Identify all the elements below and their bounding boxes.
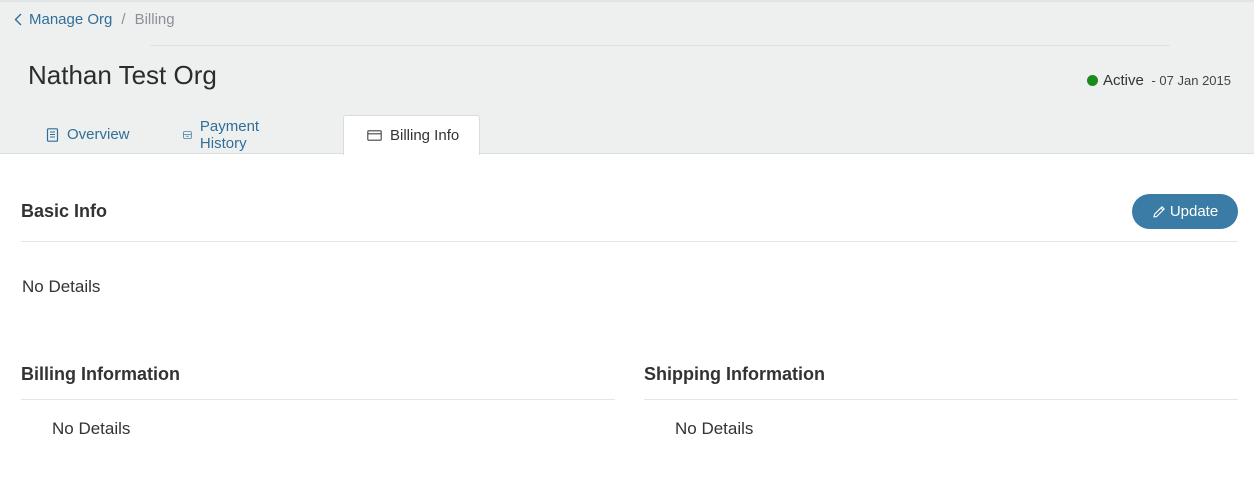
- breadcrumb-back-label: Manage Org: [29, 10, 113, 28]
- breadcrumb-current: Billing: [134, 10, 175, 28]
- status-indicator: Active - 07 Jan 2015: [1086, 72, 1231, 89]
- inbox-icon: [183, 130, 192, 139]
- breadcrumb: Manage Org / Billing: [14, 9, 175, 29]
- tab-billing-info[interactable]: Billing Info: [343, 115, 480, 155]
- tab-payment-history-label: Payment History: [199, 117, 260, 152]
- shipping-information-empty-text: No Details: [675, 419, 754, 438]
- chevron-left-icon: [14, 13, 22, 25]
- status-label: Active: [1102, 72, 1144, 89]
- tab-billing-info-label: Billing Info: [390, 127, 460, 144]
- billing-information-empty-text: No Details: [52, 419, 131, 438]
- status-dot-icon: [1086, 75, 1098, 86]
- basic-info-divider: [21, 241, 1238, 242]
- document-icon: [46, 127, 59, 142]
- tab-payment-history[interactable]: Payment History: [183, 115, 265, 154]
- billing-information-divider: [21, 399, 615, 400]
- page-title: Nathan Test Org: [28, 60, 217, 90]
- status-separator: -: [1151, 73, 1156, 88]
- shipping-information-heading: Shipping Information: [644, 364, 825, 384]
- tab-overview-label: Overview: [67, 126, 130, 143]
- basic-info-heading: Basic Info: [21, 201, 108, 221]
- breadcrumb-back-link[interactable]: Manage Org: [14, 11, 112, 28]
- header-top-border: [0, 0, 1254, 2]
- status-date-prefix: - 07 Jan 2015: [1148, 73, 1231, 88]
- basic-info-empty-text: No Details: [22, 277, 101, 296]
- header-divider: [150, 45, 1170, 46]
- credit-card-icon: [367, 130, 382, 141]
- update-button[interactable]: Update: [1132, 194, 1238, 229]
- breadcrumb-separator: /: [121, 10, 126, 28]
- status-date: 07 Jan 2015: [1159, 73, 1231, 88]
- billing-information-heading: Billing Information: [21, 364, 180, 384]
- tab-overview[interactable]: Overview: [46, 115, 130, 154]
- pencil-icon: [1153, 205, 1165, 218]
- shipping-information-divider: [644, 399, 1238, 400]
- update-button-label: Update: [1169, 203, 1219, 220]
- page-header: Manage Org / Billing Nathan Test Org Act…: [0, 0, 1254, 155]
